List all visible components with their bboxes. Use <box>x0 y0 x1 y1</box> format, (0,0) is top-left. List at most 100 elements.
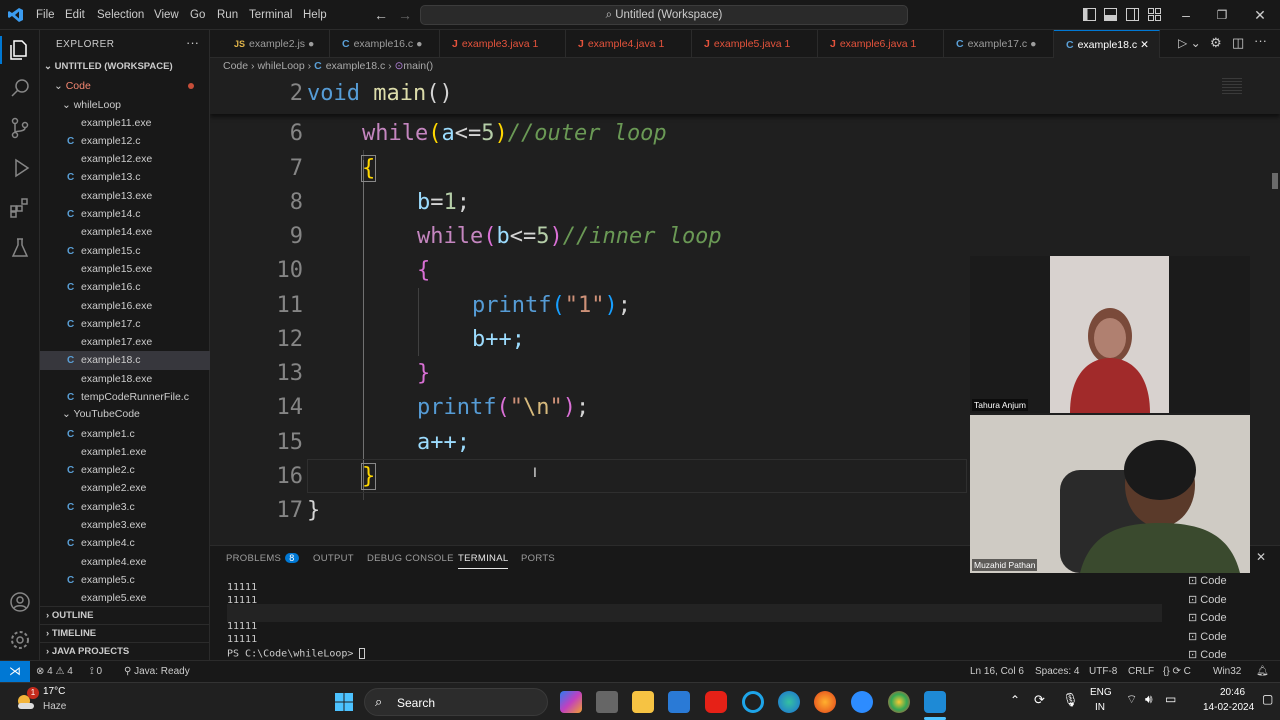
tree-file[interactable]: example18.exe <box>40 370 210 388</box>
tab-close-icon[interactable]: ✕ <box>1140 39 1149 51</box>
menu-terminal[interactable]: Terminal <box>249 0 292 30</box>
tab-debug-console[interactable]: DEBUG CONSOLE <box>367 553 454 564</box>
menu-go[interactable]: Go <box>190 0 205 30</box>
cortana-icon[interactable] <box>742 691 764 713</box>
menu-edit[interactable]: Edit <box>65 0 85 30</box>
language-mode[interactable]: {} ⟳ C <box>1163 661 1191 682</box>
back-arrow-icon[interactable]: ← <box>374 0 388 30</box>
zoom-icon[interactable] <box>851 691 873 713</box>
menu-file[interactable]: File <box>36 0 55 30</box>
menu-selection[interactable]: Selection <box>97 0 144 30</box>
source-control-icon[interactable] <box>8 116 32 140</box>
copilot-icon[interactable] <box>560 691 582 713</box>
youtube-icon[interactable] <box>705 691 727 713</box>
tab-example4-java[interactable]: Jexample4.java 1 <box>566 30 692 58</box>
tab-output[interactable]: OUTPUT <box>313 553 354 564</box>
search-view-icon[interactable] <box>8 76 32 100</box>
tab-problems[interactable]: PROBLEMS 8 <box>226 553 299 564</box>
more-actions-icon[interactable]: ··· <box>1254 33 1267 48</box>
toggle-panel-icon[interactable] <box>1104 8 1117 21</box>
notification-center-icon[interactable]: ▢ <box>1262 692 1273 706</box>
workspace-header[interactable]: ⌄ UNTITLED (WORKSPACE) <box>40 58 210 76</box>
tree-file[interactable]: example17.exe <box>40 333 210 351</box>
vscode-taskbar-icon[interactable] <box>924 691 946 713</box>
tab-example2-js[interactable]: JS example2.js ● <box>222 30 330 58</box>
settings-gear-icon[interactable]: ⚙ <box>1210 35 1222 51</box>
tree-file[interactable]: example1.exe <box>40 443 210 461</box>
tree-file[interactable]: example11.exe <box>40 114 210 132</box>
tree-file[interactable]: example3.exe <box>40 516 210 534</box>
toggle-primary-sidebar-icon[interactable] <box>1083 8 1096 21</box>
tab-example5-java[interactable]: Jexample5.java 1 <box>692 30 818 58</box>
breadcrumb-item[interactable]: whileLoop <box>257 60 304 72</box>
more-actions-icon[interactable]: ··· <box>186 35 199 50</box>
close-window-button[interactable]: ✕ <box>1242 0 1278 30</box>
explorer-icon[interactable] <box>8 38 32 62</box>
breadcrumb-item[interactable]: example18.c <box>326 60 386 72</box>
java-status[interactable]: ⚲ Java: Ready <box>124 661 190 682</box>
tree-file[interactable]: Cexample2.c <box>40 461 210 479</box>
tab-example17-c[interactable]: Cexample17.c ● <box>944 30 1054 58</box>
split-editor-icon[interactable]: ◫ <box>1232 35 1244 51</box>
battery-icon[interactable]: ▭ <box>1165 692 1176 706</box>
tree-file[interactable]: example15.exe <box>40 260 210 278</box>
weather-widget[interactable]: 1 <box>14 687 39 713</box>
tree-file[interactable]: Cexample3.c <box>40 498 210 516</box>
tree-file[interactable]: example14.exe <box>40 223 210 241</box>
end-of-line[interactable]: CRLF <box>1128 661 1154 682</box>
tab-example18-c[interactable]: Cexample18.c ✕ <box>1054 30 1160 58</box>
terminal-instance[interactable]: ⊡ Code <box>1188 591 1280 610</box>
tree-file[interactable]: Cexample15.c <box>40 242 210 260</box>
terminal-instance[interactable]: ⊡ Code <box>1188 609 1280 628</box>
tab-example3-java[interactable]: Jexample3.java 1 <box>440 30 566 58</box>
tree-folder-code[interactable]: ⌄ Code <box>40 77 210 95</box>
breadcrumb-item[interactable]: Code <box>223 60 248 72</box>
toggle-secondary-sidebar-icon[interactable] <box>1126 8 1139 21</box>
maximize-button[interactable]: ❐ <box>1204 0 1240 30</box>
tree-file[interactable]: Cexample12.c <box>40 132 210 150</box>
tree-file[interactable]: Cexample4.c <box>40 534 210 552</box>
close-panel-icon[interactable]: ✕ <box>1256 550 1266 564</box>
tree-folder-youtubecode[interactable]: ⌄ YouTubeCode <box>40 405 210 423</box>
platform[interactable]: Win32 <box>1213 661 1241 682</box>
tree-file[interactable]: example13.exe <box>40 187 210 205</box>
firefox-icon[interactable] <box>814 691 836 713</box>
language-indicator[interactable]: ENG <box>1090 687 1112 698</box>
clock-time[interactable]: 20:46 <box>1220 687 1245 698</box>
notifications-bell-icon[interactable]: 🔔︎ <box>1256 661 1269 682</box>
menu-run[interactable]: Run <box>217 0 238 30</box>
extensions-icon[interactable] <box>8 196 32 220</box>
tree-file[interactable]: Cexample14.c <box>40 205 210 223</box>
remote-indicator-icon[interactable]: ⋊ <box>0 661 30 682</box>
minimize-button[interactable]: – <box>1168 0 1204 30</box>
edge-icon[interactable] <box>778 691 800 713</box>
clock-date[interactable]: 14-02-2024 <box>1203 702 1254 713</box>
tree-file[interactable]: Cexample5.c <box>40 571 210 589</box>
tree-file[interactable]: Cexample18.c <box>40 351 210 370</box>
manage-gear-icon[interactable] <box>8 628 32 652</box>
terminal-prompt[interactable]: PS C:\Code\whileLoop> <box>227 648 366 660</box>
testing-icon[interactable] <box>8 236 32 260</box>
terminal-instance[interactable]: ⊡ Code <box>1188 628 1280 647</box>
tab-example6-java[interactable]: Jexample6.java 1 <box>818 30 944 58</box>
run-code-icon[interactable]: ▷ ⌄ <box>1178 36 1201 50</box>
show-hidden-icons-icon[interactable]: ⌃ <box>1010 693 1020 707</box>
run-debug-icon[interactable] <box>8 156 32 180</box>
breadcrumb-item[interactable]: main() <box>403 60 433 72</box>
task-view-icon[interactable] <box>596 691 618 713</box>
accounts-icon[interactable] <box>8 590 32 614</box>
microphone-icon[interactable]: 🎙︎ <box>1062 692 1079 708</box>
encoding[interactable]: UTF-8 <box>1089 661 1117 682</box>
menu-help[interactable]: Help <box>303 0 327 30</box>
cursor-position[interactable]: Ln 16, Col 6 <box>970 661 1024 682</box>
tree-file[interactable]: example5.exe <box>40 589 210 607</box>
timeline-section[interactable]: › TIMELINE <box>40 624 210 642</box>
volume-icon[interactable]: 🔊︎ <box>1145 692 1153 707</box>
outline-section[interactable]: › OUTLINE <box>40 606 210 624</box>
scrollbar-thumb[interactable] <box>1272 173 1278 189</box>
network-meter-icon[interactable]: ⟳ <box>1034 692 1045 708</box>
tree-folder-whileloop[interactable]: ⌄ whileLoop <box>40 96 210 114</box>
problems-status[interactable]: ⊗ 4 ⚠ 4 <box>36 661 73 682</box>
windows-start-icon[interactable] <box>334 692 354 712</box>
tree-file[interactable]: example12.exe <box>40 150 210 168</box>
